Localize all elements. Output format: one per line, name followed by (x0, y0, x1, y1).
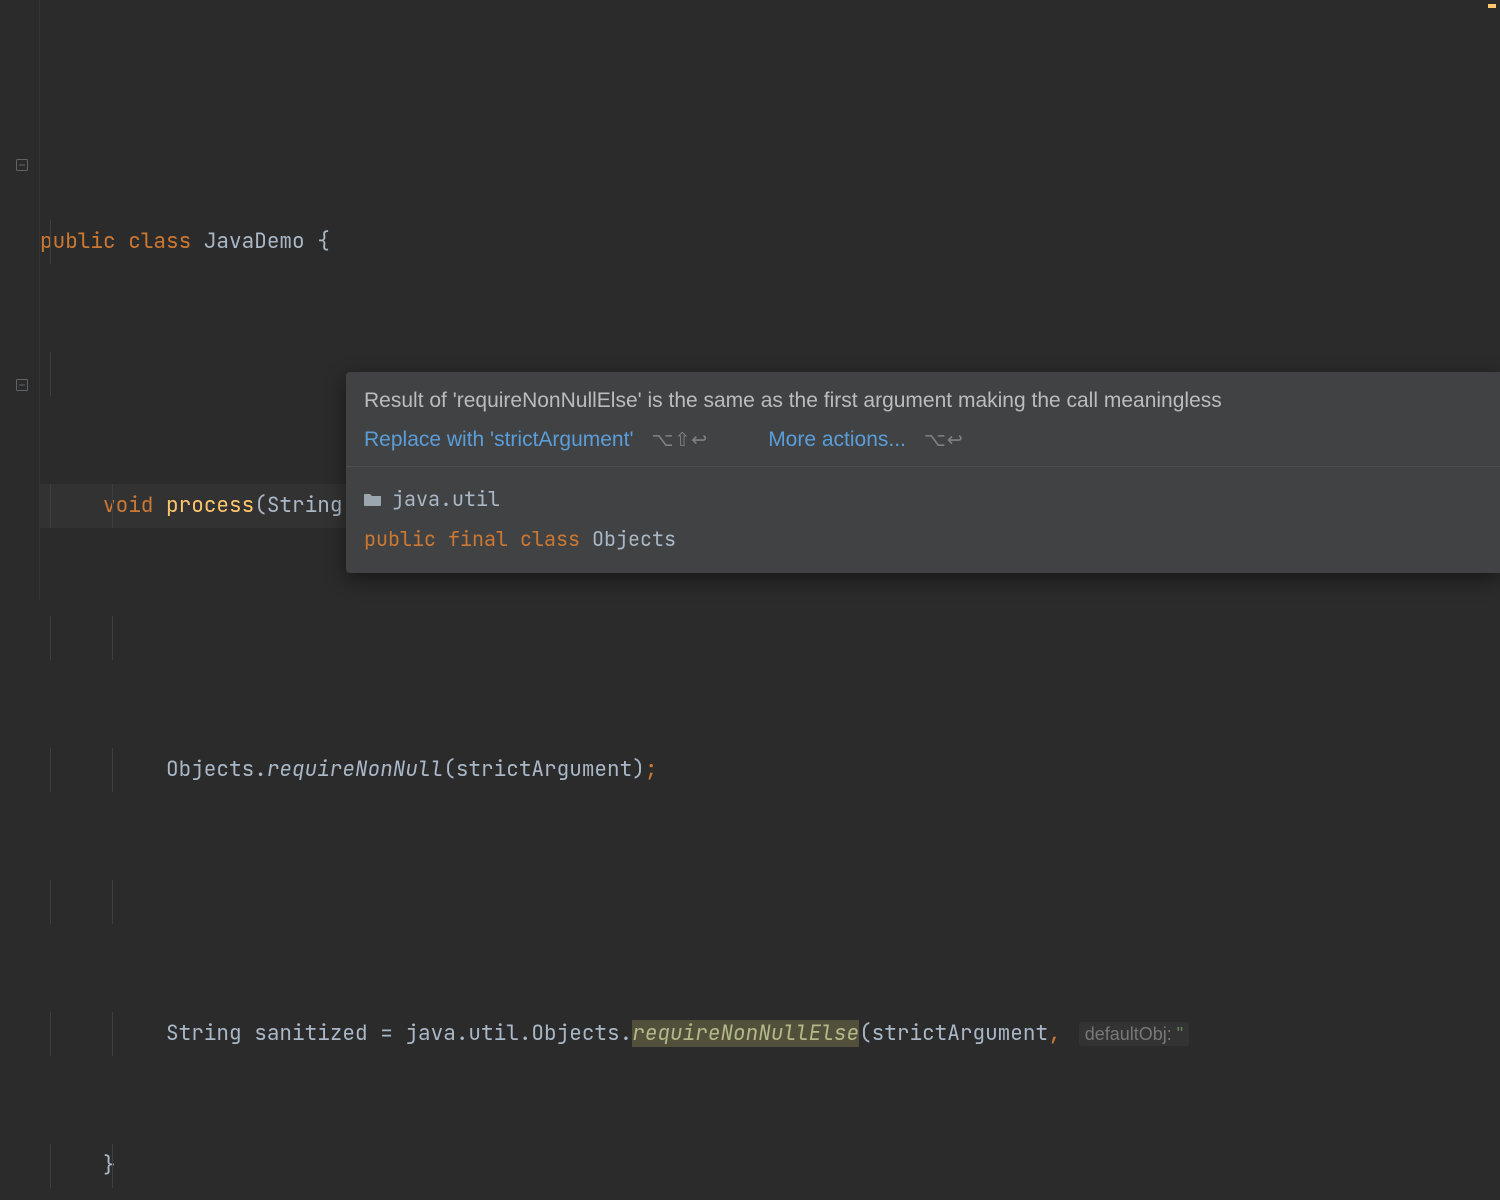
quickfix-replace-link[interactable]: Replace with 'strictArgument' (364, 428, 633, 452)
code-line (40, 880, 1500, 924)
package-icon (364, 491, 382, 507)
more-actions-link[interactable]: More actions... (768, 428, 906, 452)
shortcut-label: ⌥↩ (924, 429, 964, 452)
warning-highlight[interactable]: requireNonNullElse (632, 1020, 859, 1047)
code-line: public class JavaDemo { (40, 220, 1500, 264)
parameter-hint: defaultObj: " (1079, 1022, 1189, 1046)
code-line (40, 616, 1500, 660)
warning-marker[interactable] (1488, 4, 1496, 8)
error-stripe[interactable] (1486, 0, 1500, 600)
package-name: java.util (392, 479, 500, 519)
quick-doc: java.util public final class Objects (346, 467, 1500, 573)
code-line: String sanitized = java.util.Objects.req… (40, 1012, 1500, 1056)
code-line: Objects.requireNonNull(strictArgument); (40, 748, 1500, 792)
code-line (40, 88, 1500, 132)
editor[interactable]: public class JavaDemo { void process(Str… (40, 0, 1500, 1200)
fold-minus-icon[interactable] (16, 379, 28, 391)
fold-minus-icon[interactable] (16, 159, 28, 171)
shortcut-label: ⌥⇧↩ (651, 429, 708, 452)
inspection-tooltip: Result of 'requireNonNullElse' is the sa… (346, 372, 1500, 573)
inspection-message: Result of 'requireNonNullElse' is the sa… (346, 372, 1500, 424)
code-line: } (40, 1144, 1500, 1188)
gutter (0, 0, 40, 600)
